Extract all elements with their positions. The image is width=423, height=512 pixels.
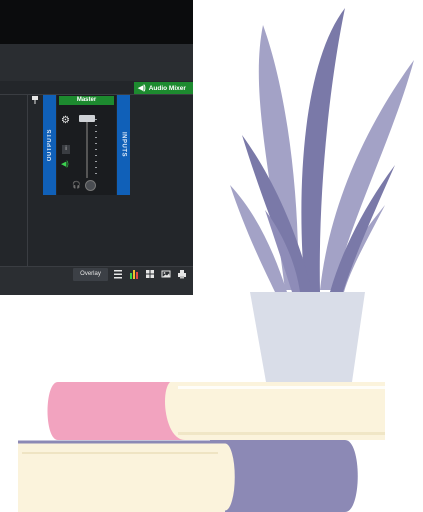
book-cover-edge	[178, 386, 385, 389]
top-book	[47, 382, 385, 440]
flower-pot	[250, 292, 365, 382]
leaf	[320, 60, 414, 290]
book-pages	[165, 382, 385, 440]
plant-leaves	[230, 8, 414, 292]
plant-and-books-illustration	[18, 8, 414, 512]
book-cover-edge	[178, 432, 385, 435]
bottom-book	[18, 440, 358, 512]
book-page-line	[22, 452, 218, 454]
